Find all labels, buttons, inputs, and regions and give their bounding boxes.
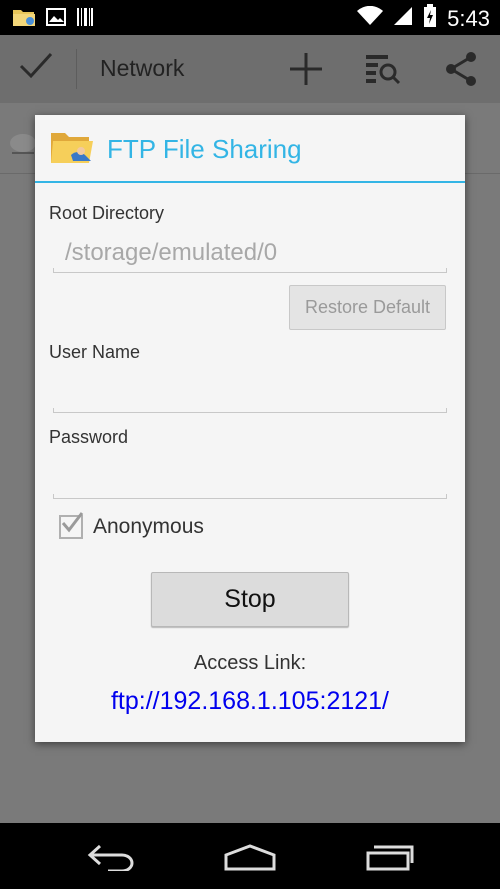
status-bar: 5:43 [0,0,500,35]
access-link-label: Access Link: [193,652,307,674]
user-name-label: User Name [49,342,141,362]
root-directory-field[interactable] [53,235,447,271]
password-underline [53,494,447,499]
share-icon[interactable] [444,51,478,92]
home-icon[interactable] [222,843,278,876]
dialog-title: FTP File Sharing [107,134,302,164]
anonymous-checkbox[interactable] [59,512,84,539]
search-list-icon[interactable] [364,51,402,92]
folder-notification-icon [12,6,36,33]
root-directory-label: Root Directory [49,203,165,223]
action-bar-title: Network [100,55,185,81]
add-icon[interactable] [288,51,324,92]
battery-charging-icon [423,4,437,33]
image-notification-icon [46,8,66,31]
user-name-underline [53,408,447,413]
stop-button[interactable]: Stop [151,572,349,627]
action-bar-divider [76,49,77,89]
root-directory-underline [53,268,447,273]
password-label: Password [49,427,129,447]
recent-apps-icon[interactable] [364,843,414,876]
anonymous-checkbox-row[interactable]: Anonymous [59,512,204,539]
access-link[interactable]: ftp://192.168.1.105:2121/ [35,687,465,716]
back-icon[interactable] [86,843,136,876]
anonymous-label: Anonymous [93,515,204,538]
restore-default-button[interactable]: Restore Default [289,285,446,330]
network-item-icon [8,123,38,168]
shared-folder-icon [49,127,95,174]
wifi-icon [357,5,384,31]
check-icon[interactable] [18,51,54,86]
ftp-dialog: FTP File Sharing Root Directory Restore … [35,115,465,742]
user-name-field[interactable] [53,375,447,411]
barcode-notification-icon [76,7,94,32]
action-bar: Network [0,35,500,103]
navigation-bar [0,823,500,889]
signal-icon [393,6,413,31]
dialog-header: FTP File Sharing [35,115,465,183]
password-field[interactable] [53,461,447,497]
clock: 5:43 [447,5,490,31]
